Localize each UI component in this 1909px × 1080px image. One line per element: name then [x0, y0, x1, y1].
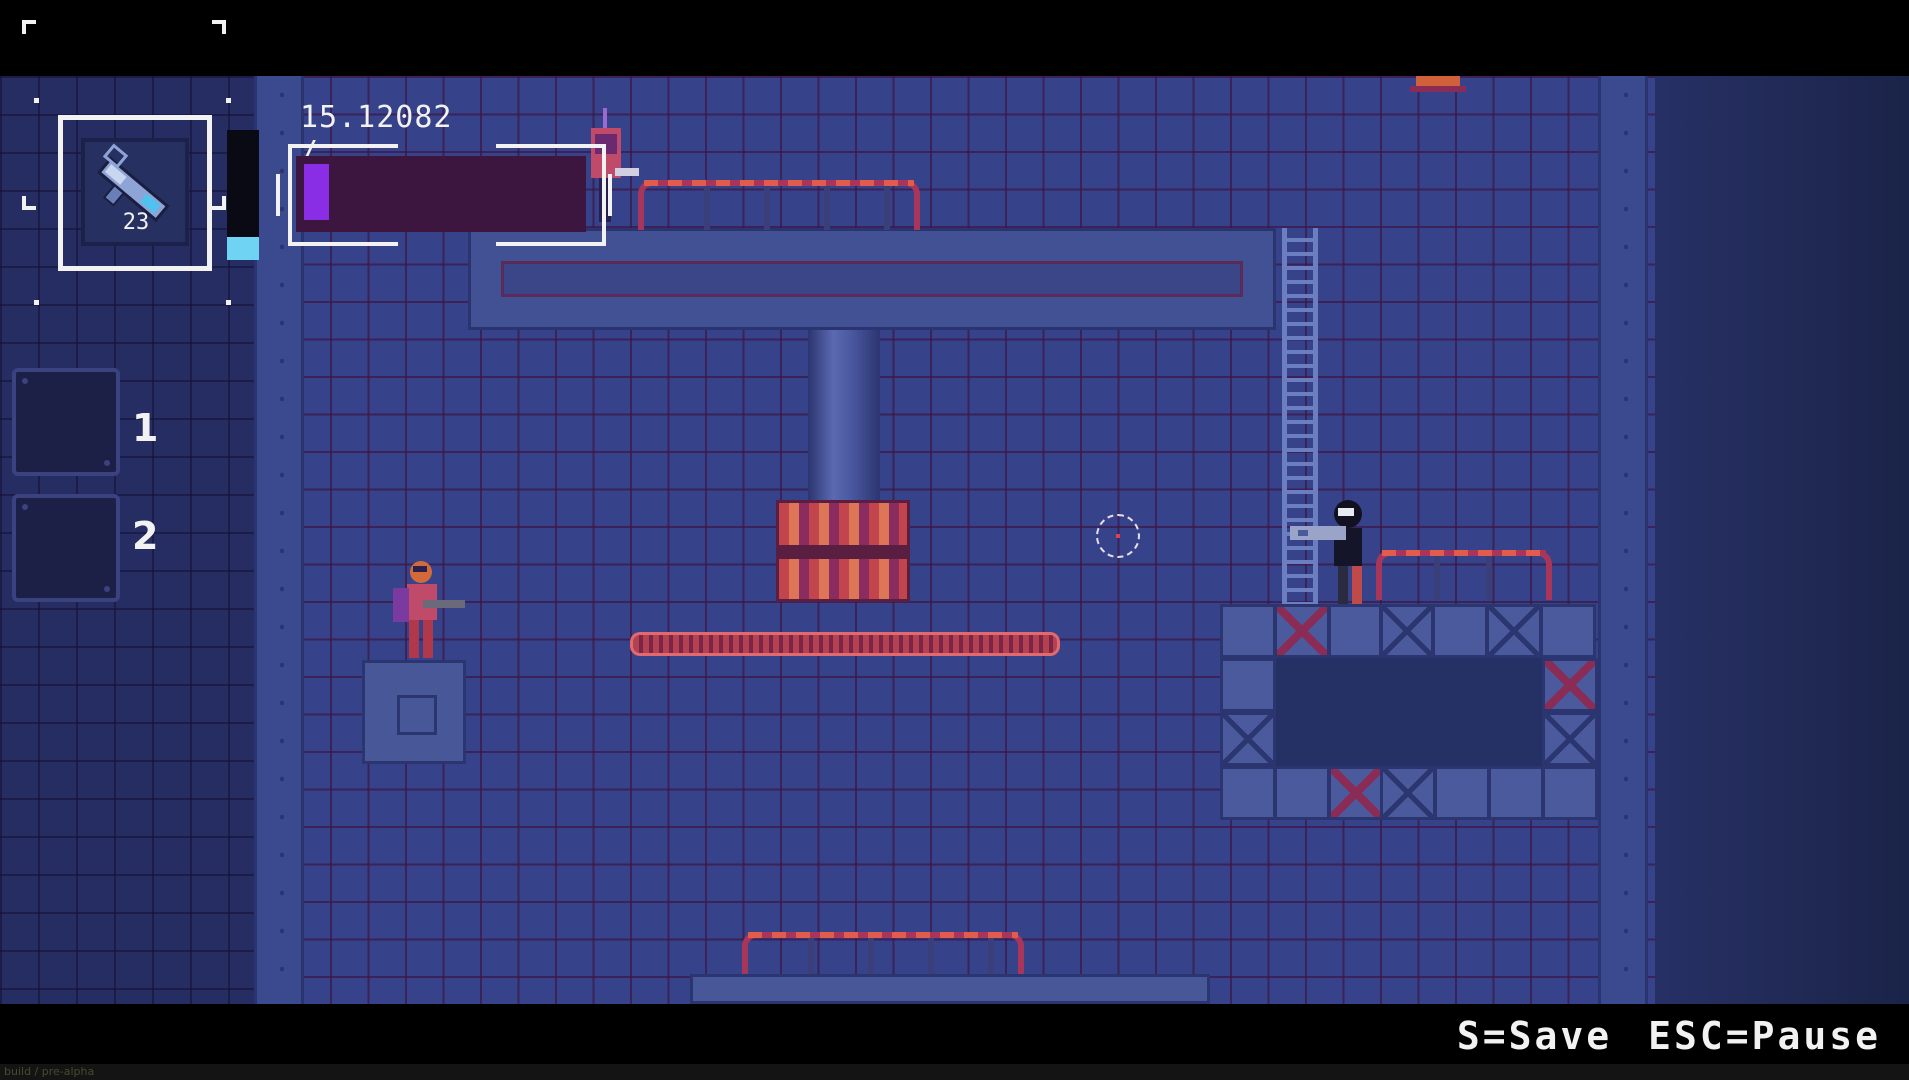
enemy-soldier-icon [393, 561, 465, 658]
pedestal-block [362, 660, 466, 764]
platform-block [1432, 604, 1488, 658]
ceiling-turret-icon [1410, 76, 1466, 92]
hud-corner-marker [212, 20, 226, 34]
platform-block [1542, 766, 1598, 820]
platform-block [1488, 766, 1544, 820]
press-piston-rod [808, 330, 880, 502]
controls-hint: S=Save ESC=Pause [1421, 1014, 1881, 1058]
footer-strip: build / pre-alpha [0, 1064, 1909, 1080]
energy-meter [227, 130, 259, 260]
platform-block [1328, 604, 1382, 658]
platform-block [1380, 604, 1434, 658]
player-character-icon [1290, 500, 1362, 604]
background-right-dark [1655, 76, 1909, 1004]
platform-block [1540, 604, 1596, 658]
lower-floor [690, 974, 1210, 1004]
platform-block [1220, 658, 1276, 712]
conveyor-platform [630, 632, 1060, 656]
hud-corner-marker [22, 196, 36, 210]
press-piston-head [776, 500, 910, 602]
energy-meter-fill [227, 236, 259, 260]
platform-block [1380, 766, 1436, 820]
platform-block [1220, 766, 1276, 820]
aim-crosshair-icon [1096, 514, 1140, 558]
platform-block [1486, 604, 1542, 658]
platform-block [1274, 766, 1330, 820]
letterbox-top [0, 0, 1909, 76]
footer-caption: build / pre-alpha [4, 1065, 95, 1078]
platform-block [1274, 604, 1330, 658]
game-viewport[interactable] [0, 76, 1909, 1004]
right-wall-column [1598, 76, 1648, 1004]
save-hint: S=Save [1456, 1014, 1613, 1058]
health-bar [276, 144, 612, 246]
pause-hint: ESC=Pause [1648, 1014, 1881, 1058]
ammo-count: 23 [122, 210, 150, 235]
health-bar-track [296, 156, 586, 232]
item-slot-2-label: 2 [132, 514, 159, 558]
weapon-slot[interactable] [58, 115, 212, 271]
hud-corner-marker [212, 196, 226, 210]
platform-block [1220, 712, 1276, 766]
item-slot-1[interactable] [12, 368, 120, 476]
platform-cavity [1274, 658, 1544, 766]
item-slot-1-label: 1 [132, 406, 159, 450]
upper-railing [638, 180, 920, 230]
platform-block [1542, 712, 1598, 766]
platform-block [1542, 658, 1598, 712]
platform-block [1328, 766, 1384, 820]
platform-railing [1376, 550, 1552, 600]
platform-block [1220, 604, 1276, 658]
platform-block [1434, 766, 1490, 820]
health-bar-fill [304, 164, 329, 220]
item-slot-2[interactable] [12, 494, 120, 602]
hud-corner-marker [22, 20, 36, 34]
